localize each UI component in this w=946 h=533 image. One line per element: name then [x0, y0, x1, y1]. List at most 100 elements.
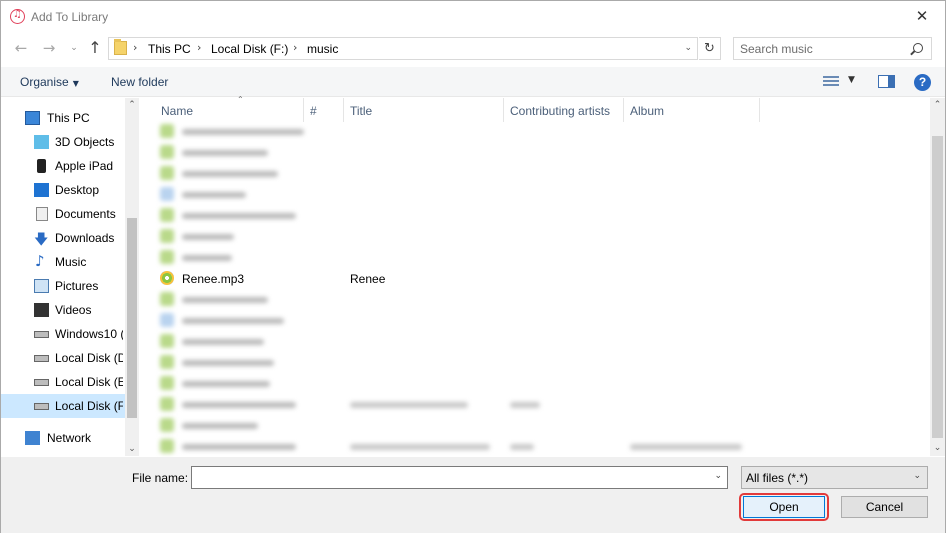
sidebar-item-3d-objects[interactable]: 3D Objects — [1, 130, 125, 154]
obscured-file-name — [182, 129, 304, 135]
list-item[interactable] — [160, 310, 860, 331]
sidebar-item-documents[interactable]: Documents — [1, 202, 125, 226]
list-item[interactable] — [160, 331, 860, 352]
new-folder-button[interactable]: New folder — [111, 75, 168, 89]
address-dropdown-chevron-icon[interactable]: ⌄ — [684, 43, 692, 53]
breadcrumb-this-pc[interactable]: This PC — [148, 42, 191, 56]
file-icon — [160, 313, 174, 327]
file-name-dropdown-chevron-icon[interactable]: ⌄ — [714, 471, 722, 481]
breadcrumb-music[interactable]: music — [307, 42, 338, 56]
breadcrumb-separator-icon[interactable]: › — [293, 41, 297, 54]
scrollbar-thumb[interactable] — [127, 218, 137, 418]
sidebar-item-local-disk-d[interactable]: Local Disk (D — [1, 346, 125, 370]
file-list-scrollbar[interactable]: ⌃ ⌄ — [930, 98, 945, 456]
preview-pane-icon[interactable] — [878, 75, 895, 88]
file-name-input[interactable] — [196, 470, 706, 486]
cancel-button[interactable]: Cancel — [841, 496, 928, 518]
add-to-library-dialog: Add To Library ✕ ← → ⌄ ↑ › This PC › Loc… — [0, 0, 946, 533]
list-item[interactable] — [160, 247, 860, 268]
obscured-file-name — [182, 423, 258, 429]
address-bar[interactable]: › This PC › Local Disk (F:) › music ⌄ — [108, 37, 698, 60]
list-item[interactable] — [160, 142, 860, 163]
list-item[interactable] — [160, 289, 860, 310]
network-icon — [25, 431, 40, 445]
scroll-down-chevron-icon[interactable]: ⌄ — [930, 441, 945, 456]
sidebar-item-local-disk-e[interactable]: Local Disk (E: — [1, 370, 125, 394]
pictures-icon — [34, 279, 49, 293]
forward-arrow-icon[interactable]: → — [40, 38, 58, 58]
column-header-title[interactable]: Title — [344, 98, 504, 122]
audio-file-icon — [160, 208, 174, 222]
column-header-artists-label: Contributing artists — [510, 104, 611, 118]
audio-file-icon — [160, 124, 174, 138]
scroll-up-chevron-icon[interactable]: ⌃ — [125, 98, 139, 112]
recent-locations-chevron-icon[interactable]: ⌄ — [65, 38, 83, 58]
obscured-artist — [510, 402, 540, 408]
open-button[interactable]: Open — [743, 496, 825, 518]
search-icon[interactable] — [913, 43, 923, 53]
close-button[interactable]: ✕ — [899, 1, 945, 32]
sidebar-item-downloads[interactable]: 🡇 Downloads — [1, 226, 125, 250]
list-item[interactable] — [160, 163, 860, 184]
list-item[interactable] — [160, 415, 860, 436]
dialog-footer: File name: ⌄ All files (*.*) ⌄ Open Canc… — [1, 457, 945, 533]
audio-file-icon — [160, 355, 174, 369]
breadcrumb-separator-icon[interactable]: › — [133, 41, 137, 54]
sidebar-item-windows10[interactable]: Windows10 ( — [1, 322, 125, 346]
scrollbar-thumb[interactable] — [932, 136, 943, 438]
file-type-filter-value: All files (*.*) — [746, 471, 809, 485]
list-item[interactable] — [160, 205, 860, 226]
list-item[interactable] — [160, 184, 860, 205]
navigation-pane: This PC 3D Objects Apple iPad Desktop Do… — [1, 98, 139, 456]
search-box[interactable] — [733, 37, 932, 60]
column-header-name[interactable]: Name ⌃ — [155, 95, 304, 122]
list-item[interactable] — [160, 352, 860, 373]
file-name-combobox[interactable]: ⌄ — [191, 466, 728, 489]
sidebar-item-apple-ipad[interactable]: Apple iPad — [1, 154, 125, 178]
list-item[interactable] — [160, 394, 860, 415]
help-icon[interactable]: ? — [914, 74, 931, 91]
list-item[interactable] — [160, 226, 860, 247]
obscured-file-name — [182, 381, 270, 387]
search-input[interactable] — [740, 41, 900, 57]
file-name-label: File name: — [132, 471, 189, 485]
sidebar-item-label: Local Disk (F: — [55, 399, 123, 413]
sidebar-item-label: Downloads — [55, 231, 115, 245]
sidebar-item-music[interactable]: ♪ Music — [1, 250, 125, 274]
cube-icon — [34, 135, 49, 149]
up-arrow-icon[interactable]: ↑ — [86, 38, 104, 58]
breadcrumb-local-disk-f[interactable]: Local Disk (F:) — [211, 42, 288, 56]
list-item[interactable] — [160, 373, 860, 394]
column-header-contributing-artists[interactable]: Contributing artists — [504, 98, 624, 122]
refresh-icon[interactable]: ↻ — [699, 37, 721, 60]
audio-file-icon — [160, 145, 174, 159]
audio-file-icon — [160, 292, 174, 306]
file-type-filter-select[interactable]: All files (*.*) ⌄ — [741, 466, 928, 489]
sidebar-item-local-disk-f[interactable]: Local Disk (F: — [1, 394, 125, 418]
sidebar-item-this-pc[interactable]: This PC — [1, 106, 125, 130]
view-options-caret-icon[interactable]: ▼ — [848, 75, 855, 85]
audio-file-icon — [160, 376, 174, 390]
obscured-file-name — [182, 171, 278, 177]
sidebar-item-desktop[interactable]: Desktop — [1, 178, 125, 202]
sidebar-item-pictures[interactable]: Pictures — [1, 274, 125, 298]
desktop-icon — [34, 183, 49, 197]
list-item[interactable] — [160, 121, 860, 142]
list-item[interactable] — [160, 436, 860, 457]
scroll-down-chevron-icon[interactable]: ⌄ — [125, 442, 139, 456]
column-header-album[interactable]: Album — [624, 98, 760, 122]
audio-file-icon — [160, 334, 174, 348]
obscured-artist — [510, 444, 534, 450]
list-item-renee-mp3[interactable]: Renee.mp3 Renee — [160, 268, 860, 289]
organise-button[interactable]: Organise ▼ — [20, 75, 79, 89]
back-arrow-icon[interactable]: ← — [12, 38, 30, 58]
breadcrumb-separator-icon[interactable]: › — [197, 41, 201, 54]
sidebar-item-videos[interactable]: Videos — [1, 298, 125, 322]
command-toolbar: Organise ▼ New folder ▼ ? — [1, 67, 945, 97]
navigation-scrollbar[interactable]: ⌃ ⌄ — [125, 98, 139, 456]
obscured-album — [630, 444, 742, 450]
sidebar-item-network[interactable]: Network — [1, 426, 125, 450]
column-header-number[interactable]: # — [304, 98, 344, 122]
details-view-icon[interactable] — [823, 76, 839, 88]
scroll-up-chevron-icon[interactable]: ⌃ — [930, 98, 945, 113]
